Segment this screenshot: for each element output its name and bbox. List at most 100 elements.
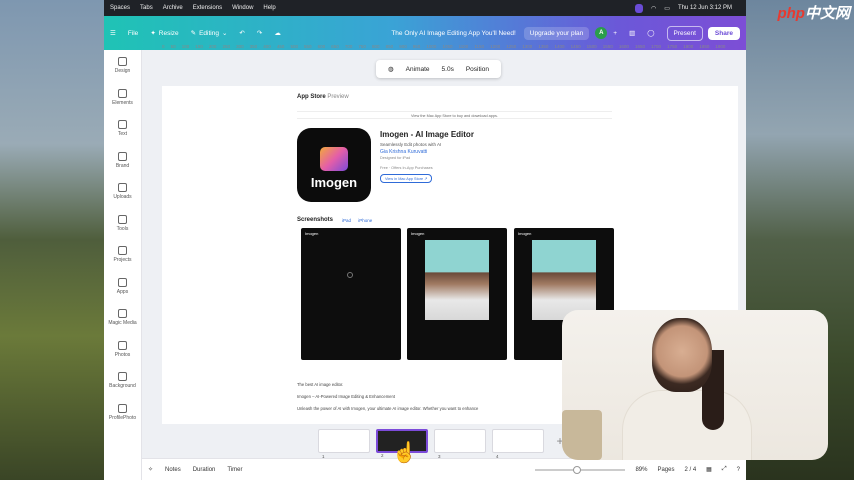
redo-button[interactable]: ↷ [257, 29, 262, 37]
image-glyph-icon [320, 147, 348, 171]
menubar-clock[interactable]: Thu 12 Jun 3:12 PM [678, 5, 732, 11]
present-button[interactable]: Present [666, 25, 703, 41]
design-title[interactable]: The Only AI Image Editing App You'll Nee… [391, 30, 515, 37]
help-icon[interactable]: ? [737, 467, 740, 473]
crown-icon: ✦ [150, 30, 156, 37]
view-in-store-button[interactable]: View in Mac App Store ↗ [380, 174, 433, 183]
ruler-tick: 250 [222, 44, 230, 49]
screenshot-label: Imogen [518, 231, 532, 236]
animate-button[interactable]: Animate [406, 66, 430, 73]
developer-link[interactable]: Gia Krishna Kuruvatti [380, 149, 427, 155]
notes-button[interactable]: Notes [165, 467, 181, 473]
webcam-background-object [562, 410, 602, 460]
menu-extensions[interactable]: Extensions [193, 5, 222, 11]
ruler-tick: 900 [399, 44, 407, 49]
ruler-tick: 0 [162, 44, 165, 49]
comment-icon[interactable]: ◯ [647, 29, 654, 37]
page-thumb-1[interactable]: 1 [318, 429, 370, 459]
duration-button[interactable]: 5.0s [442, 66, 454, 73]
sidebar-item-uploads[interactable]: Uploads [104, 176, 141, 208]
undo-icon: ↶ [239, 30, 245, 37]
menu-help[interactable]: Help [263, 5, 275, 11]
zoom-level[interactable]: 89% [635, 467, 647, 473]
battery-icon[interactable]: ▭ [664, 5, 670, 12]
duration-footer-button[interactable]: Duration [193, 467, 216, 473]
ruler-tick: 450 [276, 44, 285, 49]
brand-icon [118, 151, 127, 161]
ruler-tick: 850 [385, 44, 394, 49]
page-thumb-3[interactable]: 3 [434, 429, 486, 459]
avatar[interactable]: A [595, 27, 608, 39]
background-icon [118, 372, 127, 382]
ruler-tick: 800 [372, 44, 380, 49]
page-thumb-4[interactable]: 4 [492, 429, 544, 459]
app-meta: Designed for iPad [380, 156, 411, 160]
sidebar-label: Uploads [113, 194, 132, 201]
editing-mode-dropdown[interactable]: ✎ Editing ⌄ [191, 29, 228, 38]
upgrade-button[interactable]: Upgrade your plan [523, 26, 590, 40]
zoom-slider-handle[interactable] [573, 465, 582, 474]
ruler-tick: 100 [181, 44, 190, 49]
horizontal-ruler: 0 50 100 150 200 250 300 350 400 450 500 550 600 650 7… [144, 44, 744, 52]
sidebar-label: Projects [113, 257, 132, 264]
sidebar-item-brand[interactable]: Brand [104, 145, 141, 177]
hamburger-icon: ☰ [110, 30, 116, 37]
macos-menubar: Spaces Tabs Archive Extensions Window He… [104, 0, 746, 16]
ruler-tick: 1600 [618, 44, 629, 49]
sidebar-label: Brand [115, 162, 130, 169]
menu-window[interactable]: Window [232, 5, 253, 11]
menu-tabs[interactable]: Tabs [140, 5, 153, 11]
ruler-tick: 700 [344, 44, 353, 49]
menu-archive[interactable]: Archive [163, 5, 183, 11]
php-watermark-logo: php中文网 [777, 5, 850, 22]
grid-view-icon[interactable]: ▦ [706, 466, 712, 473]
menu-spaces[interactable]: Spaces [110, 5, 130, 11]
sidebar-item-background[interactable]: Background [104, 365, 141, 397]
color-wheel-icon[interactable]: ◍ [388, 65, 394, 73]
zoom-slider[interactable] [535, 465, 626, 474]
tab-iphone[interactable]: iPhone [358, 218, 372, 223]
breadcrumb: App Store Preview [297, 94, 349, 100]
fullscreen-icon[interactable]: ⤢ [722, 466, 727, 473]
timer-button[interactable]: Timer [227, 467, 242, 473]
add-collaborator-button[interactable]: + [613, 30, 617, 37]
cloud-save-button[interactable]: ☁ [274, 29, 281, 37]
file-menu[interactable]: File [128, 30, 138, 37]
sparkle-icon[interactable]: ✧ [148, 466, 153, 473]
resize-menu[interactable]: ✦ Resize [150, 29, 178, 38]
ruler-tick: 1250 [506, 44, 517, 49]
sidebar-item-text[interactable]: Text [104, 113, 141, 145]
sidebar-item-elements[interactable]: Elements [104, 82, 141, 114]
sidebar-item-design[interactable]: Design [104, 50, 141, 82]
sidebar-item-tools[interactable]: Tools [104, 208, 141, 240]
ruler-tick: 150 [195, 44, 203, 49]
design-icon [118, 57, 127, 67]
sidebar-item-apps[interactable]: Apps [104, 271, 141, 303]
screenshot-tabs: iPad iPhone [342, 218, 378, 223]
ruler-tick: 1500 [586, 44, 597, 49]
sidebar-item-magic-media[interactable]: Magic Media [104, 302, 141, 334]
mac-app-store-note: View the Mac App Store to buy and downlo… [297, 111, 612, 119]
share-button[interactable]: Share [707, 26, 740, 40]
desktop-wallpaper-left [0, 0, 104, 480]
position-button[interactable]: Position [466, 66, 489, 73]
editing-label: Editing [199, 29, 219, 37]
recording-icon[interactable] [635, 3, 644, 13]
ruler-tick: 1750 [667, 44, 678, 49]
pages-button[interactable]: Pages [657, 467, 674, 473]
menu-button[interactable]: ☰ [110, 29, 116, 37]
sidebar-item-photos[interactable]: Photos [104, 334, 141, 366]
sidebar-label: Background [109, 383, 136, 390]
ruler-tick: 1850 [699, 44, 710, 49]
stats-icon[interactable]: ▥ [629, 29, 635, 37]
undo-button[interactable]: ↶ [239, 29, 244, 37]
webcam-person-body [622, 390, 752, 460]
sidebar-item-projects[interactable]: Projects [104, 239, 141, 271]
ruler-tick: 200 [208, 44, 217, 49]
screenshot-label: Imogen [411, 231, 425, 236]
sidebar-label: Magic Media [108, 320, 137, 327]
sidebar-item-profilephoto[interactable]: ProfilePhoto [104, 397, 141, 429]
app-price: Free · Offers In-App Purchases [380, 166, 433, 170]
tab-ipad[interactable]: iPad [342, 218, 351, 223]
wifi-icon[interactable]: ◠ [651, 5, 656, 12]
